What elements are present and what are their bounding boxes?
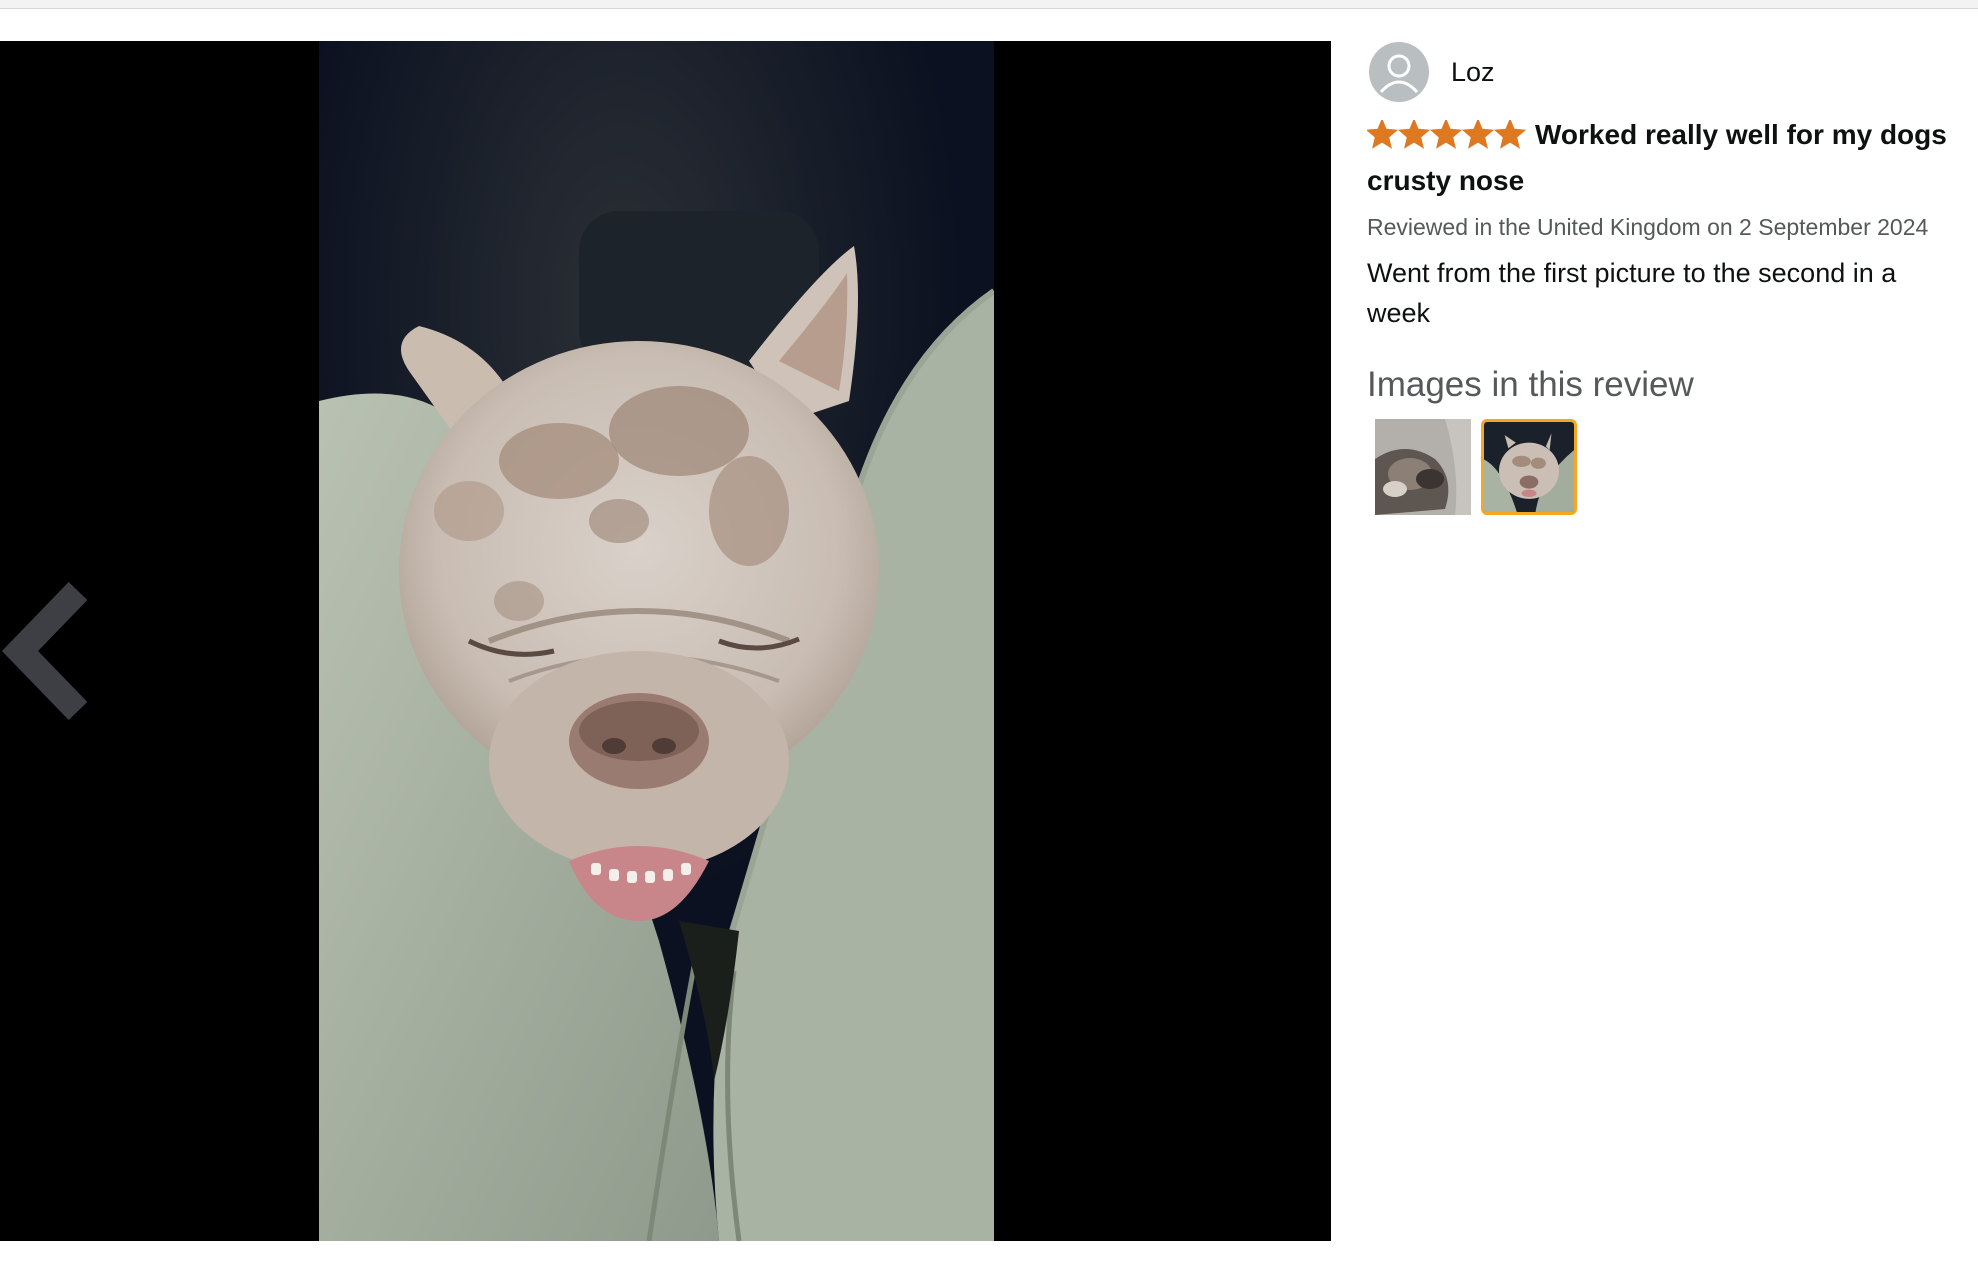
top-divider (0, 0, 1978, 9)
avatar (1369, 42, 1429, 102)
thumbnail-1[interactable] (1375, 419, 1471, 515)
star-icon (1461, 118, 1495, 149)
star-icon (1429, 118, 1463, 149)
previous-image-button[interactable] (0, 581, 90, 721)
review-panel: Loz Worked really well for my dogs crust… (1365, 41, 1957, 515)
reviewer-name[interactable]: Loz (1451, 57, 1495, 88)
default-profile-icon (1379, 54, 1419, 94)
images-heading: Images in this review (1367, 365, 1694, 404)
review-date: Reviewed in the United Kingdom on 2 Sept… (1367, 214, 1929, 240)
thumbnail-strip (1375, 419, 1957, 515)
star-icon (1365, 118, 1399, 149)
dog-photo-thumbnail (1375, 419, 1471, 515)
image-viewer (0, 41, 1331, 1241)
review-body: Went from the first picture to the secon… (1367, 258, 1897, 328)
star-icon (1493, 118, 1527, 149)
star-rating[interactable] (1365, 118, 1527, 161)
reviewer-info: Loz (1367, 41, 1957, 103)
main-review-image (319, 41, 994, 1241)
review-title-line: Worked really well for my dogs crusty no… (1365, 115, 1957, 201)
thumbnail-2-selected[interactable] (1481, 419, 1577, 515)
dog-photo-thumbnail (1484, 422, 1574, 512)
star-icon (1397, 118, 1431, 149)
chevron-left-icon (1, 581, 88, 721)
